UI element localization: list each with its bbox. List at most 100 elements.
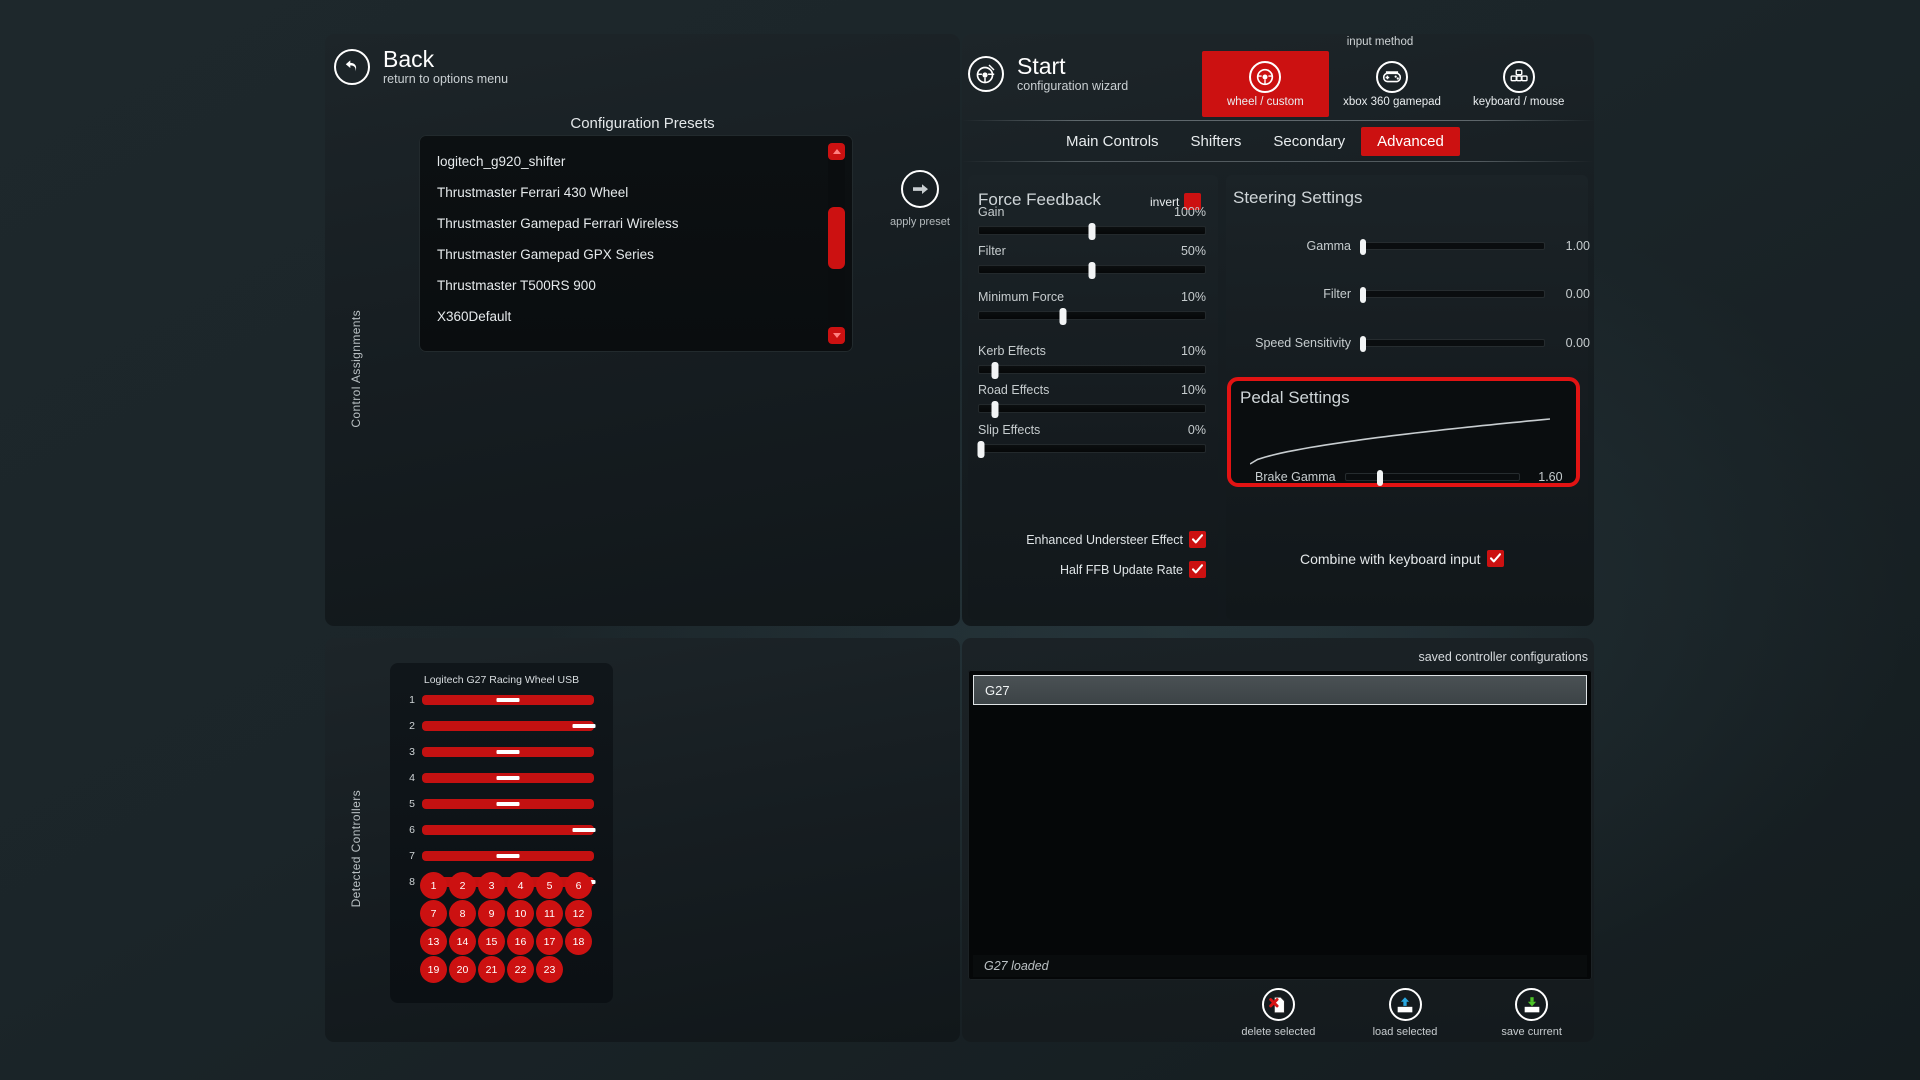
presets-list[interactable]: logitech_g920_shifter Thrustmaster Ferrar…: [419, 135, 853, 332]
combine-keyboard-toggle[interactable]: Combine with keyboard input: [1300, 550, 1504, 567]
checkbox-box[interactable]: [1189, 531, 1206, 548]
axis-row: 5: [404, 798, 600, 810]
input-method-keyboard-mouse[interactable]: keyboard / mouse: [1455, 51, 1582, 117]
axis-marker: [496, 776, 520, 780]
slider-track[interactable]: [978, 308, 1206, 325]
slider-thumb[interactable]: [1059, 308, 1067, 325]
saved-configs-actions: delete selected load selected save current: [1215, 988, 1595, 1038]
action-label: save current: [1501, 1026, 1562, 1038]
start-wizard-button[interactable]: Start configuration wizard: [968, 54, 1129, 94]
tab-shifters[interactable]: Shifters: [1175, 127, 1258, 156]
gamepad-icon: [1376, 60, 1408, 93]
slider-thumb[interactable]: [991, 401, 999, 418]
slider-label: Filter: [978, 244, 1006, 258]
steering-settings-title: Steering Settings: [1233, 188, 1363, 207]
axis-row: 2: [404, 720, 600, 732]
preset-item[interactable]: logitech_g920_shifter: [419, 146, 853, 177]
load-selected-button[interactable]: load selected: [1342, 988, 1469, 1038]
input-method-steering-wheel[interactable]: wheel / custom: [1202, 51, 1329, 117]
slider-thumb[interactable]: [977, 441, 985, 458]
saved-config-selected-item[interactable]: G27: [973, 675, 1587, 705]
pad-button: 22: [507, 956, 534, 983]
checkbox-half-ffb-update-rate[interactable]: Half FFB Update Rate: [978, 561, 1206, 578]
slider-label: Road Effects: [978, 383, 1050, 397]
scroll-up-icon[interactable]: [828, 143, 845, 160]
presets-list-box: logitech_g920_shifter Thrustmaster Ferrar…: [419, 135, 853, 352]
start-subtitle: configuration wizard: [1017, 78, 1129, 93]
slider-label: Minimum Force: [978, 290, 1065, 304]
axis-bar: [422, 773, 594, 783]
brake-gamma-track[interactable]: [1344, 470, 1520, 486]
slider-label: Gain: [978, 205, 1005, 219]
scrollbar-thumb[interactable]: [828, 206, 845, 270]
slider-value: 0.00: [1565, 287, 1590, 301]
ffb-slider-filter[interactable]: Filter 50%: [978, 244, 1206, 279]
axis-marker: [496, 802, 520, 806]
slider-thumb[interactable]: [1088, 262, 1096, 279]
tab-main-controls[interactable]: Main Controls: [1050, 127, 1175, 156]
axis-bar: [422, 825, 596, 835]
ffb-slider-minimum-force[interactable]: Minimum Force 10%: [978, 290, 1206, 325]
preset-item[interactable]: Thrustmaster T500RS 900: [419, 270, 853, 301]
ffb-slider-slip-effects[interactable]: Slip Effects 0%: [977, 423, 1206, 458]
slider-thumb[interactable]: [1359, 336, 1366, 352]
slider-track[interactable]: [977, 441, 1206, 458]
detected-controllers-label: Detected Controllers: [349, 790, 363, 908]
slider-thumb[interactable]: [991, 362, 999, 379]
steering-slider-filter[interactable]: Filter 0.00: [1233, 287, 1590, 303]
slider-label: Filter: [1323, 287, 1351, 301]
steering-slider-speed-sensitivity[interactable]: Speed Sensitivity 0.00: [1233, 336, 1590, 352]
axis-bar: [422, 747, 594, 757]
preset-item[interactable]: Thrustmaster Gamepad Ferrari Wireless: [419, 208, 853, 239]
input-method-gamepad[interactable]: xbox 360 gamepad: [1329, 51, 1456, 117]
slider-value: 10%: [1180, 383, 1206, 397]
slider-value: 0.00: [1565, 336, 1590, 350]
app-root: Control Assignments Detected Controllers…: [0, 0, 1920, 1080]
preset-item[interactable]: Thrustmaster Gamepad GPX Series: [419, 239, 853, 270]
back-button[interactable]: Back return to options menu: [334, 47, 508, 87]
pad-button: 3: [478, 872, 505, 899]
preset-item[interactable]: X360Default: [419, 301, 853, 332]
pad-button: 9: [478, 900, 505, 927]
slider-value: 10%: [1180, 290, 1206, 304]
slider-track[interactable]: [978, 401, 1206, 418]
scroll-down-icon[interactable]: [828, 327, 845, 344]
slider-track[interactable]: [978, 362, 1206, 379]
save-current-button[interactable]: save current: [1468, 988, 1595, 1038]
tab-bar: Main Controls Shifters Secondary Advanced: [1050, 124, 1460, 159]
delete-selected-button[interactable]: delete selected: [1215, 988, 1342, 1038]
slider-thumb[interactable]: [1359, 239, 1366, 255]
brake-gamma-slider[interactable]: Brake Gamma 1.60: [1255, 470, 1563, 486]
pad-button: 23: [536, 956, 563, 983]
saved-configs-label: saved controller configurations: [1418, 650, 1588, 664]
checkbox-box[interactable]: [1189, 561, 1206, 578]
checkbox-enhanced-understeer-effect[interactable]: Enhanced Understeer Effect: [978, 531, 1206, 548]
slider-label: Speed Sensitivity: [1255, 336, 1351, 350]
presets-scrollbar[interactable]: [828, 143, 845, 344]
preset-item[interactable]: Thrustmaster Ferrari 430 Wheel: [419, 177, 853, 208]
brake-gamma-value: 1.60: [1538, 470, 1563, 484]
pad-button: 18: [565, 928, 592, 955]
slider-track[interactable]: [978, 262, 1206, 279]
combine-keyboard-checkbox[interactable]: [1486, 550, 1504, 567]
slider-track[interactable]: [1359, 336, 1545, 352]
axis-marker: [496, 854, 520, 858]
ffb-slider-road-effects[interactable]: Road Effects 10%: [978, 383, 1206, 418]
ffb-slider-gain[interactable]: Gain 100%: [978, 205, 1206, 240]
slider-track[interactable]: [1359, 287, 1545, 303]
combine-keyboard-label: Combine with keyboard input: [1300, 550, 1481, 567]
load-tray-icon: [1388, 988, 1422, 1021]
input-method-label: input method: [1346, 36, 1414, 48]
slider-track[interactable]: [1359, 239, 1545, 255]
tab-advanced[interactable]: Advanced: [1361, 127, 1460, 156]
slider-thumb[interactable]: [1359, 287, 1366, 303]
ffb-slider-kerb-effects[interactable]: Kerb Effects 10%: [978, 344, 1206, 379]
steering-slider-gamma[interactable]: Gamma 1.00: [1233, 239, 1590, 255]
apply-preset-button[interactable]: apply preset: [878, 170, 962, 228]
slider-thumb[interactable]: [1088, 223, 1096, 240]
brake-gamma-thumb[interactable]: [1377, 470, 1384, 486]
tab-secondary[interactable]: Secondary: [1257, 127, 1361, 156]
slider-track[interactable]: [978, 223, 1206, 240]
apply-arrow-icon: [901, 170, 939, 208]
saved-configs-list[interactable]: [968, 670, 1592, 980]
